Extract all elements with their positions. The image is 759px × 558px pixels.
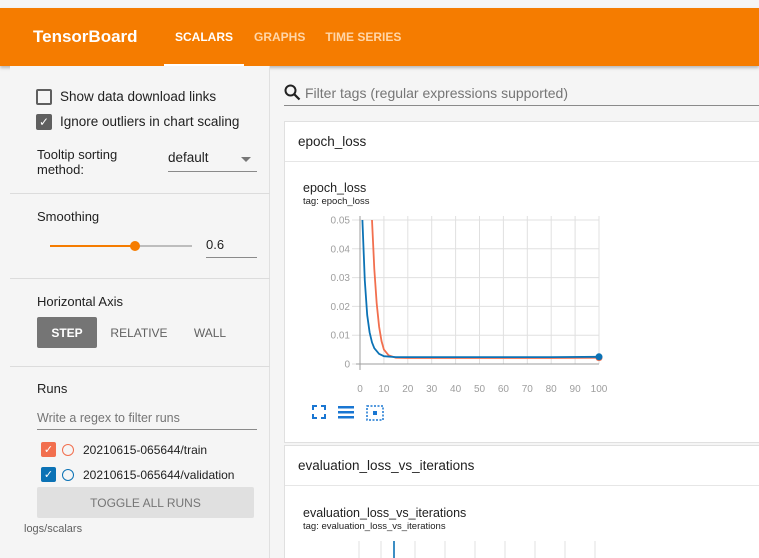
tab-time-series[interactable]: TIME SERIES xyxy=(315,8,411,66)
card-header[interactable]: evaluation_loss_vs_iterations xyxy=(285,446,759,486)
horizontal-axis-title: Horizontal Axis xyxy=(37,294,123,309)
chart-title: epoch_loss xyxy=(303,181,367,195)
fullscreen-icon[interactable] xyxy=(312,405,326,419)
show-download-links-checkbox[interactable]: Show data download links xyxy=(36,84,216,109)
y-tick-label: 0 xyxy=(344,360,350,371)
toggle-all-runs-button[interactable]: TOGGLE ALL RUNS xyxy=(37,487,254,518)
slider-thumb[interactable] xyxy=(130,241,140,251)
logdir-label: logs/scalars xyxy=(24,523,83,535)
x-tick-label: 50 xyxy=(474,384,486,395)
y-tick-label: 0.04 xyxy=(331,244,351,255)
tag-filter[interactable]: Filter tags (regular expressions support… xyxy=(284,80,759,106)
top-bar: TensorBoard SCALARS GRAPHS TIME SERIES xyxy=(0,8,759,66)
evaluation-loss-card: evaluation_loss_vs_iterations evaluation… xyxy=(284,445,759,558)
runs-title: Runs xyxy=(37,381,68,396)
tab-graphs[interactable]: GRAPHS xyxy=(244,8,315,66)
runs-section: Runs ✓ 20210615-065644/train ✓ 20210615-… xyxy=(10,367,270,558)
series-end-point xyxy=(595,353,603,361)
x-tick-label: 90 xyxy=(570,384,582,395)
checkbox-checked-icon: ✓ xyxy=(36,113,52,130)
ignore-outliers-checkbox[interactable]: ✓ Ignore outliers in chart scaling xyxy=(36,109,239,134)
tooltip-sorting-label: Tooltip sorting method: xyxy=(37,147,118,177)
card-header[interactable]: epoch_loss xyxy=(285,122,759,162)
x-tick-label: 0 xyxy=(357,384,363,395)
x-tick-label: 20 xyxy=(402,384,414,395)
relative-button[interactable]: RELATIVE xyxy=(104,317,174,348)
options-section: Show data download links ✓ Ignore outlie… xyxy=(10,66,270,194)
checkbox-checked-icon[interactable]: ✓ xyxy=(41,467,56,482)
smoothing-slider[interactable] xyxy=(50,239,192,253)
fit-domain-icon[interactable] xyxy=(366,405,384,421)
slider-fill xyxy=(50,245,135,247)
smoothing-title: Smoothing xyxy=(37,209,100,224)
checkbox-unchecked-icon xyxy=(36,88,52,105)
ignore-outliers-label: Ignore outliers in chart scaling xyxy=(60,114,240,129)
x-tick-label: 80 xyxy=(546,384,558,395)
y-tick-label: 0.05 xyxy=(331,216,351,227)
sidebar: Show data download links ✓ Ignore outlie… xyxy=(10,66,270,558)
epoch-loss-chart[interactable]: 0 0.01 0.02 0.03 0.04 0.05 0 10 20 30 40 50 60 70 80 90… xyxy=(315,212,635,402)
checkbox-checked-icon[interactable]: ✓ xyxy=(41,442,56,457)
smoothing-value: 0.6 xyxy=(206,237,225,252)
search-icon xyxy=(284,84,301,101)
series-line xyxy=(361,219,600,358)
run-item-validation[interactable]: ✓ 20210615-065644/validation xyxy=(41,467,234,482)
run-color-circle-icon xyxy=(62,468,74,481)
run-name: 20210615-065644/train xyxy=(83,442,208,457)
smoothing-section: Smoothing 0.6 xyxy=(10,194,270,279)
tab-scalars[interactable]: SCALARS xyxy=(164,8,245,66)
tooltip-sorting-dropdown[interactable]: default xyxy=(168,150,257,172)
x-tick-label: 60 xyxy=(498,384,510,395)
lines-icon[interactable] xyxy=(337,405,355,419)
run-color-circle-icon xyxy=(62,443,74,456)
chart-tag: tag: evaluation_loss_vs_iterations xyxy=(303,521,446,532)
x-tick-label: 70 xyxy=(522,384,534,395)
evaluation-loss-chart-preview[interactable] xyxy=(345,541,605,558)
x-tick-label: 30 xyxy=(426,384,438,395)
x-tick-label: 100 xyxy=(591,384,608,395)
run-item-train[interactable]: ✓ 20210615-065644/train xyxy=(41,442,207,457)
smoothing-value-input[interactable]: 0.6 xyxy=(206,237,257,258)
runs-filter-input[interactable] xyxy=(37,407,257,430)
wall-button[interactable]: WALL xyxy=(184,317,236,348)
chart-tag: tag: epoch_loss xyxy=(303,196,370,207)
horizontal-axis-section: Horizontal Axis STEP RELATIVE WALL xyxy=(10,279,270,367)
chart-title: evaluation_loss_vs_iterations xyxy=(303,506,467,520)
y-tick-label: 0.01 xyxy=(331,331,351,342)
run-name: 20210615-065644/validation xyxy=(83,467,235,482)
show-download-links-label: Show data download links xyxy=(60,89,217,104)
y-tick-label: 0.02 xyxy=(331,302,351,313)
tag-filter-placeholder: Filter tags (regular expressions support… xyxy=(305,84,569,101)
brand-title: TensorBoard xyxy=(33,27,138,46)
epoch-loss-card: epoch_loss epoch_loss tag: epoch_loss 00… xyxy=(284,121,759,443)
y-tick-label: 0.03 xyxy=(331,273,351,284)
x-tick-label: 40 xyxy=(450,384,462,395)
chevron-down-icon xyxy=(241,157,251,162)
chart-toolbar xyxy=(312,405,384,421)
series-line xyxy=(371,219,600,359)
step-button[interactable]: STEP xyxy=(37,317,97,348)
x-tick-label: 10 xyxy=(378,384,390,395)
tooltip-sorting-value: default xyxy=(168,150,209,165)
